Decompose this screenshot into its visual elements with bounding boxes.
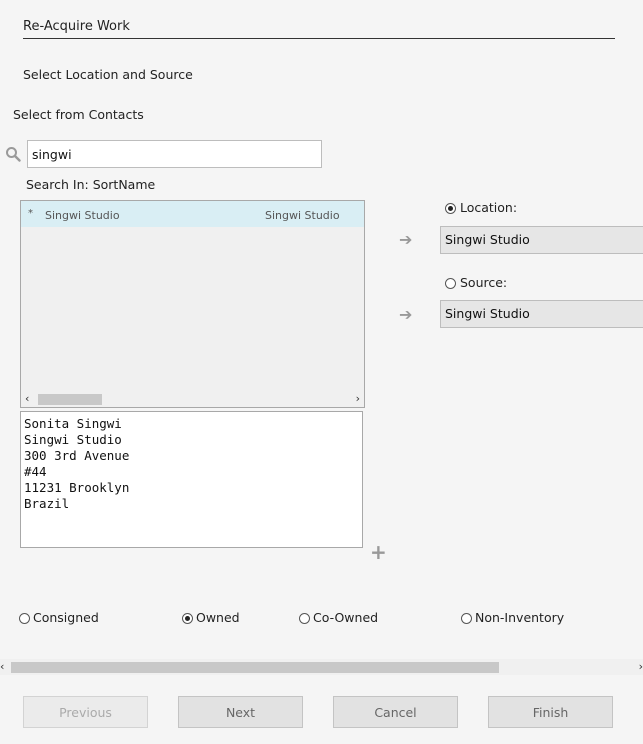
- radio-source[interactable]: [445, 278, 456, 289]
- address-line: 11231 Brooklyn: [24, 480, 130, 495]
- radio-non-inventory[interactable]: [461, 613, 472, 624]
- option-label: Owned: [196, 610, 240, 625]
- address-line: 300 3rd Avenue: [24, 448, 130, 463]
- location-field[interactable]: Singwi Studio: [440, 226, 643, 254]
- option-label: Consigned: [33, 610, 99, 625]
- list-item[interactable]: * Singwi Studio Singwi Studio: [21, 201, 364, 227]
- search-in-label: Search In: SortName: [26, 177, 156, 192]
- option-label: Co-Owned: [313, 610, 379, 625]
- radio-location[interactable]: [445, 203, 456, 214]
- search-icon: [6, 147, 21, 162]
- result-name: Singwi Studio: [45, 209, 120, 222]
- source-field[interactable]: Singwi Studio: [440, 300, 643, 328]
- chevron-right-icon[interactable]: ›: [356, 392, 360, 405]
- previous-button[interactable]: Previous: [23, 696, 148, 728]
- chevron-left-icon[interactable]: ‹: [0, 660, 4, 673]
- location-radio[interactable]: Location:: [445, 200, 517, 215]
- scrollbar-thumb[interactable]: [11, 662, 499, 673]
- contacts-results-list[interactable]: * Singwi Studio Singwi Studio ‹ ›: [20, 200, 365, 408]
- address-preview: Sonita Singwi Singwi Studio 300 3rd Aven…: [20, 411, 363, 548]
- finish-button[interactable]: Finish: [488, 696, 613, 728]
- address-line: #44: [24, 464, 47, 479]
- chevron-right-icon[interactable]: ›: [639, 660, 643, 673]
- page-horizontal-scrollbar[interactable]: ‹ ›: [0, 659, 643, 675]
- result-sortname: Singwi Studio: [265, 209, 340, 222]
- contacts-heading: Select from Contacts: [13, 107, 144, 122]
- cancel-button[interactable]: Cancel: [333, 696, 458, 728]
- option-consigned[interactable]: Consigned: [19, 610, 99, 625]
- plus-icon[interactable]: +: [370, 540, 387, 564]
- arrow-right-icon[interactable]: ➔: [399, 305, 412, 324]
- section-title: Select Location and Source: [23, 67, 193, 82]
- option-co-owned[interactable]: Co-Owned: [299, 610, 378, 625]
- radio-owned[interactable]: [182, 613, 193, 624]
- scrollbar-thumb[interactable]: [38, 394, 102, 405]
- source-label: Source:: [459, 275, 508, 290]
- search-input[interactable]: [27, 140, 322, 168]
- address-line: Brazil: [24, 496, 70, 511]
- radio-consigned[interactable]: [19, 613, 30, 624]
- option-label: Non-Inventory: [475, 610, 565, 625]
- row-marker: *: [28, 208, 33, 219]
- option-owned[interactable]: Owned: [182, 610, 240, 625]
- address-line: Sonita Singwi: [24, 416, 122, 431]
- next-button[interactable]: Next: [178, 696, 303, 728]
- arrow-right-icon[interactable]: ➔: [399, 230, 412, 249]
- list-horizontal-scrollbar[interactable]: ‹ ›: [21, 391, 364, 407]
- option-non-inventory[interactable]: Non-Inventory: [461, 610, 564, 625]
- title-divider: [23, 38, 615, 39]
- source-radio[interactable]: Source:: [445, 275, 507, 290]
- location-label: Location:: [459, 200, 518, 215]
- address-line: Singwi Studio: [24, 432, 122, 447]
- dialog-title: Re-Acquire Work: [23, 19, 130, 34]
- radio-co-owned[interactable]: [299, 613, 310, 624]
- chevron-left-icon[interactable]: ‹: [25, 392, 29, 405]
